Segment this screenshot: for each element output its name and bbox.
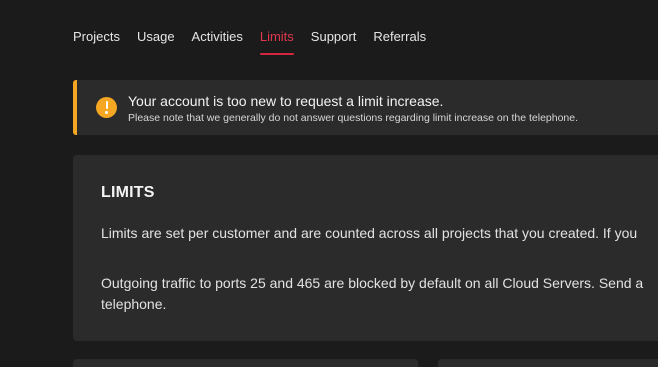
exclamation-icon xyxy=(96,97,117,118)
tab-bar: Projects Usage Activities Limits Support… xyxy=(73,0,443,56)
bottom-card-right xyxy=(438,359,658,367)
tab-projects[interactable]: Projects xyxy=(73,0,120,56)
limits-title: LIMITS xyxy=(101,184,155,201)
traffic-notice-line1: Outgoing traffic to ports 25 and 465 are… xyxy=(101,275,644,291)
tab-usage[interactable]: Usage xyxy=(137,0,175,56)
tab-activities[interactable]: Activities xyxy=(192,0,243,56)
tab-referrals[interactable]: Referrals xyxy=(373,0,426,56)
alert-title: Your account is too new to request a lim… xyxy=(128,93,444,109)
tab-support[interactable]: Support xyxy=(311,0,357,56)
page: Projects Usage Activities Limits Support… xyxy=(0,0,658,367)
traffic-notice: Outgoing traffic to ports 25 and 465 are… xyxy=(101,273,643,315)
tab-limits[interactable]: Limits xyxy=(259,0,294,56)
warning-alert: Your account is too new to request a lim… xyxy=(73,80,658,135)
limits-card: LIMITS Limits are set per customer and a… xyxy=(73,155,658,341)
traffic-notice-line2: telephone. xyxy=(101,296,167,312)
bottom-card-left xyxy=(73,359,418,367)
alert-subtitle: Please note that we generally do not ans… xyxy=(128,112,579,124)
limits-description: Limits are set per customer and are coun… xyxy=(101,225,638,241)
